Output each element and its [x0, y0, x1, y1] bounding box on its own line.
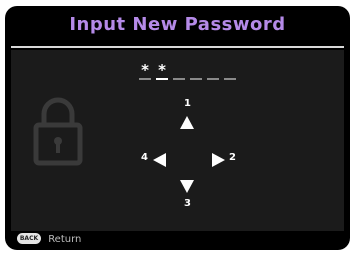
dialog-title: Input New Password	[69, 14, 286, 35]
keypad-label-4: 4	[141, 152, 148, 163]
slot-underline	[156, 78, 168, 80]
arrow-up-icon[interactable]	[180, 116, 194, 129]
password-slot-5	[207, 62, 219, 80]
password-dialog: Input New Password * * 1 4 2 3 BACK Retu…	[5, 6, 350, 250]
lock-icon	[33, 97, 83, 166]
keypad-label-1: 1	[184, 98, 191, 109]
return-label[interactable]: Return	[48, 234, 81, 245]
password-slot-3	[173, 62, 185, 80]
slot-underline	[207, 78, 219, 80]
password-char: *	[141, 61, 149, 79]
slot-underline	[190, 78, 202, 80]
arrow-left-icon[interactable]	[153, 153, 166, 167]
password-panel: * * 1 4 2 3	[11, 50, 344, 231]
slot-underline	[224, 78, 236, 80]
arrow-right-icon[interactable]	[212, 153, 225, 167]
footer-bar: BACK Return	[11, 232, 344, 248]
slot-underline	[139, 78, 151, 80]
keypad-label-2: 2	[229, 152, 236, 163]
password-slot-1: *	[139, 62, 151, 80]
title-divider	[11, 46, 344, 48]
password-slot-4	[190, 62, 202, 80]
password-char: *	[158, 61, 166, 79]
arrow-down-icon[interactable]	[180, 180, 194, 193]
keypad-label-3: 3	[184, 198, 191, 209]
password-slot-6	[224, 62, 236, 80]
password-field[interactable]: * *	[139, 62, 249, 82]
back-button-icon[interactable]: BACK	[17, 232, 41, 244]
slot-underline	[173, 78, 185, 80]
password-slot-2: *	[156, 62, 168, 80]
